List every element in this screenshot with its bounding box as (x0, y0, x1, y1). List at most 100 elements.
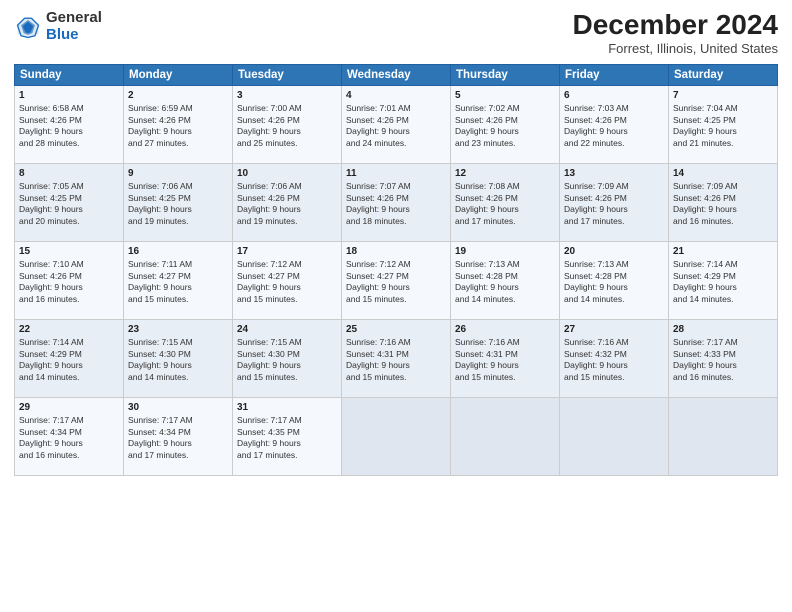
day-info: and 15 minutes. (564, 372, 664, 383)
day-info: and 15 minutes. (128, 294, 228, 305)
day-info: Daylight: 9 hours (346, 204, 446, 215)
day-number: 27 (564, 323, 664, 337)
day-info: Daylight: 9 hours (237, 126, 337, 137)
day-info: and 16 minutes. (673, 372, 773, 383)
day-number: 10 (237, 167, 337, 181)
day-info: Sunrise: 7:12 AM (237, 259, 337, 270)
day-info: Daylight: 9 hours (564, 360, 664, 371)
day-info: Sunset: 4:34 PM (19, 427, 119, 438)
day-info: and 17 minutes. (128, 450, 228, 461)
calendar-cell: 12Sunrise: 7:08 AMSunset: 4:26 PMDayligh… (451, 163, 560, 241)
day-info: and 17 minutes. (237, 450, 337, 461)
calendar-cell: 21Sunrise: 7:14 AMSunset: 4:29 PMDayligh… (669, 241, 778, 319)
day-info: Sunrise: 7:16 AM (455, 337, 555, 348)
calendar-cell: 31Sunrise: 7:17 AMSunset: 4:35 PMDayligh… (233, 397, 342, 475)
day-info: Sunrise: 7:13 AM (455, 259, 555, 270)
calendar-cell (669, 397, 778, 475)
logo: General Blue (14, 10, 102, 43)
day-info: and 20 minutes. (19, 216, 119, 227)
day-number: 20 (564, 245, 664, 259)
day-number: 12 (455, 167, 555, 181)
col-friday: Friday (560, 64, 669, 85)
day-info: Daylight: 9 hours (128, 360, 228, 371)
day-number: 30 (128, 401, 228, 415)
day-info: and 27 minutes. (128, 138, 228, 149)
day-info: and 16 minutes. (19, 294, 119, 305)
day-info: Daylight: 9 hours (455, 360, 555, 371)
day-info: Sunrise: 7:13 AM (564, 259, 664, 270)
day-info: and 19 minutes. (237, 216, 337, 227)
calendar-cell: 10Sunrise: 7:06 AMSunset: 4:26 PMDayligh… (233, 163, 342, 241)
day-number: 16 (128, 245, 228, 259)
day-info: Sunset: 4:26 PM (455, 193, 555, 204)
day-info: Sunset: 4:25 PM (673, 115, 773, 126)
day-info: and 16 minutes. (19, 450, 119, 461)
day-info: Sunset: 4:26 PM (564, 193, 664, 204)
day-info: Sunrise: 6:58 AM (19, 103, 119, 114)
calendar-cell: 30Sunrise: 7:17 AMSunset: 4:34 PMDayligh… (124, 397, 233, 475)
day-number: 1 (19, 89, 119, 103)
day-number: 25 (346, 323, 446, 337)
calendar-cell: 20Sunrise: 7:13 AMSunset: 4:28 PMDayligh… (560, 241, 669, 319)
day-info: and 14 minutes. (128, 372, 228, 383)
day-info: Daylight: 9 hours (128, 204, 228, 215)
day-info: Sunset: 4:26 PM (673, 193, 773, 204)
day-info: Daylight: 9 hours (19, 360, 119, 371)
calendar-cell: 26Sunrise: 7:16 AMSunset: 4:31 PMDayligh… (451, 319, 560, 397)
day-info: Daylight: 9 hours (346, 360, 446, 371)
day-number: 21 (673, 245, 773, 259)
day-info: and 18 minutes. (346, 216, 446, 227)
day-info: Daylight: 9 hours (237, 438, 337, 449)
day-info: Daylight: 9 hours (673, 282, 773, 293)
day-number: 6 (564, 89, 664, 103)
col-sunday: Sunday (15, 64, 124, 85)
col-tuesday: Tuesday (233, 64, 342, 85)
day-info: and 15 minutes. (237, 294, 337, 305)
day-info: Sunset: 4:34 PM (128, 427, 228, 438)
calendar-cell: 15Sunrise: 7:10 AMSunset: 4:26 PMDayligh… (15, 241, 124, 319)
calendar-cell: 22Sunrise: 7:14 AMSunset: 4:29 PMDayligh… (15, 319, 124, 397)
day-info: Daylight: 9 hours (19, 282, 119, 293)
calendar-cell: 14Sunrise: 7:09 AMSunset: 4:26 PMDayligh… (669, 163, 778, 241)
day-info: Sunset: 4:31 PM (346, 349, 446, 360)
day-number: 2 (128, 89, 228, 103)
calendar-cell: 19Sunrise: 7:13 AMSunset: 4:28 PMDayligh… (451, 241, 560, 319)
calendar-cell: 5Sunrise: 7:02 AMSunset: 4:26 PMDaylight… (451, 85, 560, 163)
day-info: and 15 minutes. (346, 294, 446, 305)
day-info: Daylight: 9 hours (346, 126, 446, 137)
day-number: 23 (128, 323, 228, 337)
day-number: 14 (673, 167, 773, 181)
day-info: Daylight: 9 hours (237, 360, 337, 371)
day-info: and 25 minutes. (237, 138, 337, 149)
calendar-cell (342, 397, 451, 475)
day-info: and 14 minutes. (673, 294, 773, 305)
day-info: Daylight: 9 hours (455, 204, 555, 215)
day-number: 13 (564, 167, 664, 181)
day-info: Sunset: 4:33 PM (673, 349, 773, 360)
calendar-cell: 16Sunrise: 7:11 AMSunset: 4:27 PMDayligh… (124, 241, 233, 319)
day-info: Sunset: 4:26 PM (237, 193, 337, 204)
calendar-cell: 3Sunrise: 7:00 AMSunset: 4:26 PMDaylight… (233, 85, 342, 163)
calendar-cell: 25Sunrise: 7:16 AMSunset: 4:31 PMDayligh… (342, 319, 451, 397)
day-info: Sunset: 4:27 PM (128, 271, 228, 282)
day-info: Sunrise: 7:09 AM (673, 181, 773, 192)
day-number: 31 (237, 401, 337, 415)
day-info: and 22 minutes. (564, 138, 664, 149)
calendar-cell: 27Sunrise: 7:16 AMSunset: 4:32 PMDayligh… (560, 319, 669, 397)
day-info: Sunset: 4:35 PM (237, 427, 337, 438)
calendar-header: Sunday Monday Tuesday Wednesday Thursday… (15, 64, 778, 85)
day-info: and 24 minutes. (346, 138, 446, 149)
day-info: Sunrise: 7:17 AM (128, 415, 228, 426)
day-info: Sunset: 4:28 PM (455, 271, 555, 282)
day-info: Sunrise: 7:01 AM (346, 103, 446, 114)
day-number: 8 (19, 167, 119, 181)
header-row: Sunday Monday Tuesday Wednesday Thursday… (15, 64, 778, 85)
calendar-body: 1Sunrise: 6:58 AMSunset: 4:26 PMDaylight… (15, 85, 778, 475)
day-info: Sunset: 4:26 PM (346, 115, 446, 126)
calendar-cell: 28Sunrise: 7:17 AMSunset: 4:33 PMDayligh… (669, 319, 778, 397)
day-number: 19 (455, 245, 555, 259)
day-info: Sunrise: 6:59 AM (128, 103, 228, 114)
day-info: and 23 minutes. (455, 138, 555, 149)
calendar-cell: 4Sunrise: 7:01 AMSunset: 4:26 PMDaylight… (342, 85, 451, 163)
day-info: and 19 minutes. (128, 216, 228, 227)
